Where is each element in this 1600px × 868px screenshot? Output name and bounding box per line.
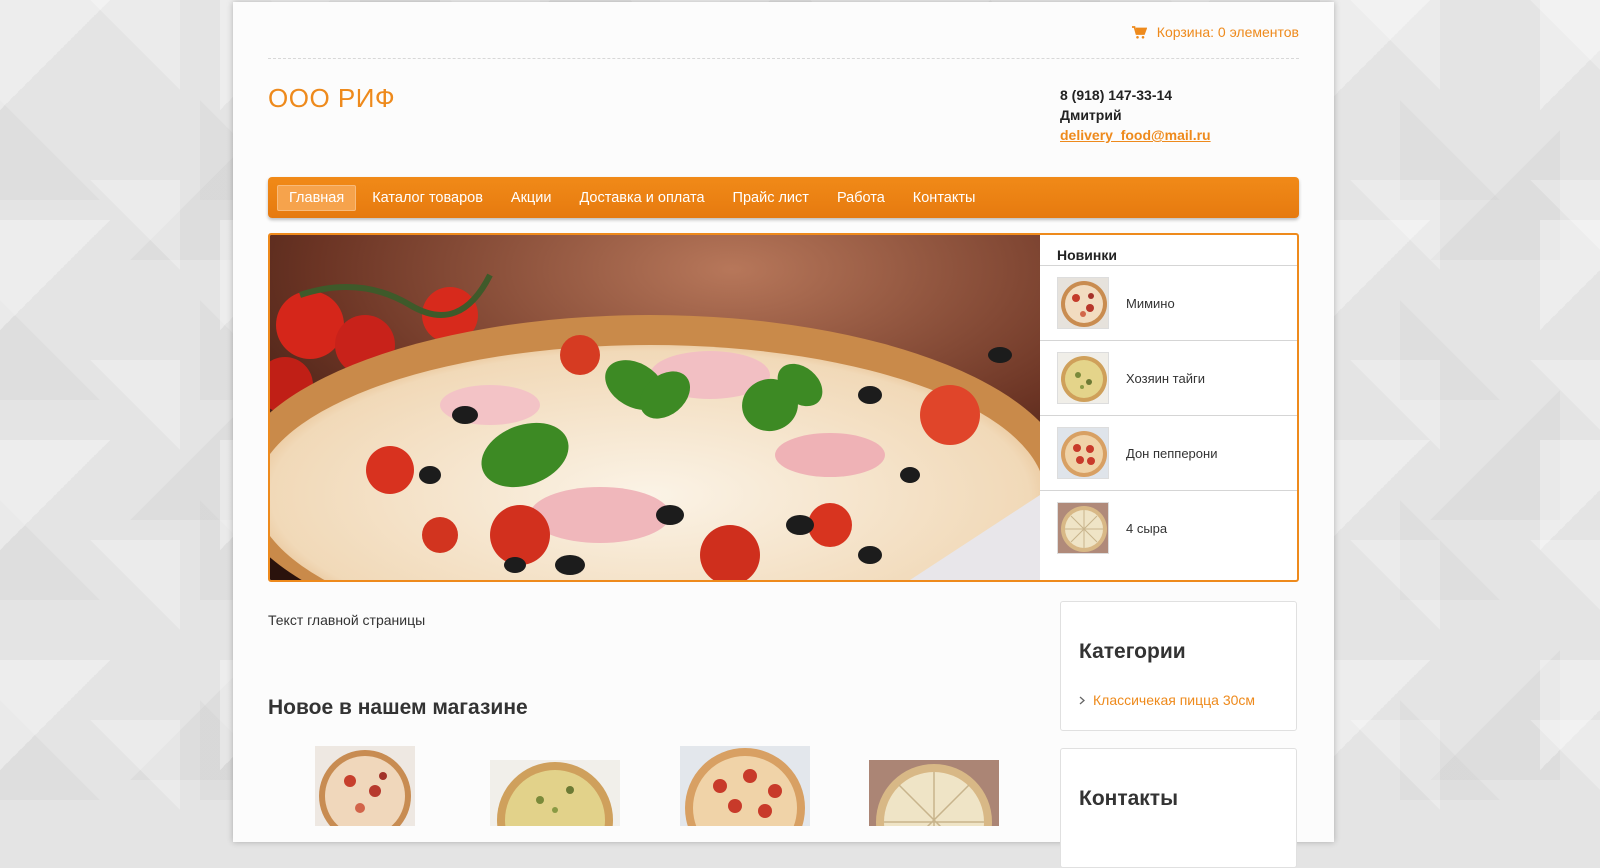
- novelties-panel: Новинки Мимино Хозяин тайги Дон пепперон…: [1040, 235, 1297, 580]
- cart-label: Корзина: 0 элементов: [1156, 24, 1299, 40]
- contact-name: Дмитрий: [1060, 107, 1122, 123]
- category-item[interactable]: Классичекая пицца 30см: [1079, 692, 1296, 708]
- categories-title: Категории: [1079, 640, 1186, 663]
- contacts-widget-title: Контакты: [1079, 787, 1179, 810]
- novelty-item[interactable]: Дон пепперони: [1040, 415, 1297, 490]
- email-link[interactable]: delivery_food@mail.ru: [1060, 127, 1211, 143]
- nav-item-contacts[interactable]: Контакты: [901, 185, 988, 211]
- category-label: Классичекая пицца 30см: [1093, 692, 1256, 708]
- novelty-label: 4 сыра: [1126, 520, 1168, 536]
- product-card[interactable]: [869, 760, 999, 868]
- pizza-thumbnail: [1057, 352, 1109, 404]
- nav-item-promotions[interactable]: Акции: [499, 185, 564, 211]
- nav-item-delivery[interactable]: Доставка и оплата: [567, 185, 716, 211]
- product-card[interactable]: [680, 746, 810, 868]
- pizza-thumbnail: [1057, 277, 1109, 329]
- nav-item-catalog[interactable]: Каталог товаров: [360, 185, 495, 211]
- site-logo[interactable]: ООО РИФ: [268, 83, 395, 114]
- cart-link[interactable]: Корзина: 0 элементов: [1131, 24, 1299, 40]
- main-nav: Главная Каталог товаров Акции Доставка и…: [268, 177, 1299, 218]
- categories-list: Классичекая пицца 30см: [1061, 664, 1296, 708]
- novelties-title: Новинки: [1057, 247, 1117, 263]
- new-products-title: Новое в нашем магазине: [268, 696, 528, 719]
- product-card[interactable]: [315, 746, 415, 842]
- page-container: Корзина: 0 элементов ООО РИФ 8 (918) 147…: [233, 2, 1334, 868]
- chevron-right-icon: [1079, 692, 1085, 708]
- pizza-thumbnail: [1057, 427, 1109, 479]
- pizza-thumbnail: [1057, 502, 1109, 554]
- phone-number: 8 (918) 147-33-14: [1060, 87, 1173, 103]
- novelty-item[interactable]: Мимино: [1040, 265, 1297, 340]
- novelty-label: Хозяин тайги: [1126, 370, 1205, 386]
- contacts-widget: Контакты: [1060, 748, 1297, 868]
- nav-item-price-list[interactable]: Прайс лист: [721, 185, 821, 211]
- main-page-text: Текст главной страницы: [268, 612, 426, 628]
- nav-item-jobs[interactable]: Работа: [825, 185, 897, 211]
- categories-widget: Категории Классичекая пицца 30см: [1060, 601, 1297, 731]
- novelty-item[interactable]: 4 сыра: [1040, 490, 1297, 565]
- shopping-cart-icon: [1131, 25, 1147, 39]
- hero-pizza-image[interactable]: [270, 235, 1040, 580]
- page-inner: Корзина: 0 элементов ООО РИФ 8 (918) 147…: [268, 2, 1299, 868]
- hero-slider: Новинки Мимино Хозяин тайги Дон пепперон…: [268, 233, 1299, 582]
- novelty-item[interactable]: Хозяин тайги: [1040, 340, 1297, 415]
- nav-item-home[interactable]: Главная: [277, 184, 357, 211]
- header: ООО РИФ 8 (918) 147-33-14 Дмитрий delive…: [268, 59, 1299, 177]
- header-contacts: 8 (918) 147-33-14 Дмитрий delivery_food@…: [1060, 85, 1211, 145]
- novelty-label: Мимино: [1126, 295, 1175, 311]
- novelty-label: Дон пепперони: [1126, 445, 1218, 461]
- cart-bar: Корзина: 0 элементов: [268, 2, 1299, 59]
- new-products-grid: [268, 746, 1038, 868]
- product-card[interactable]: [490, 760, 620, 868]
